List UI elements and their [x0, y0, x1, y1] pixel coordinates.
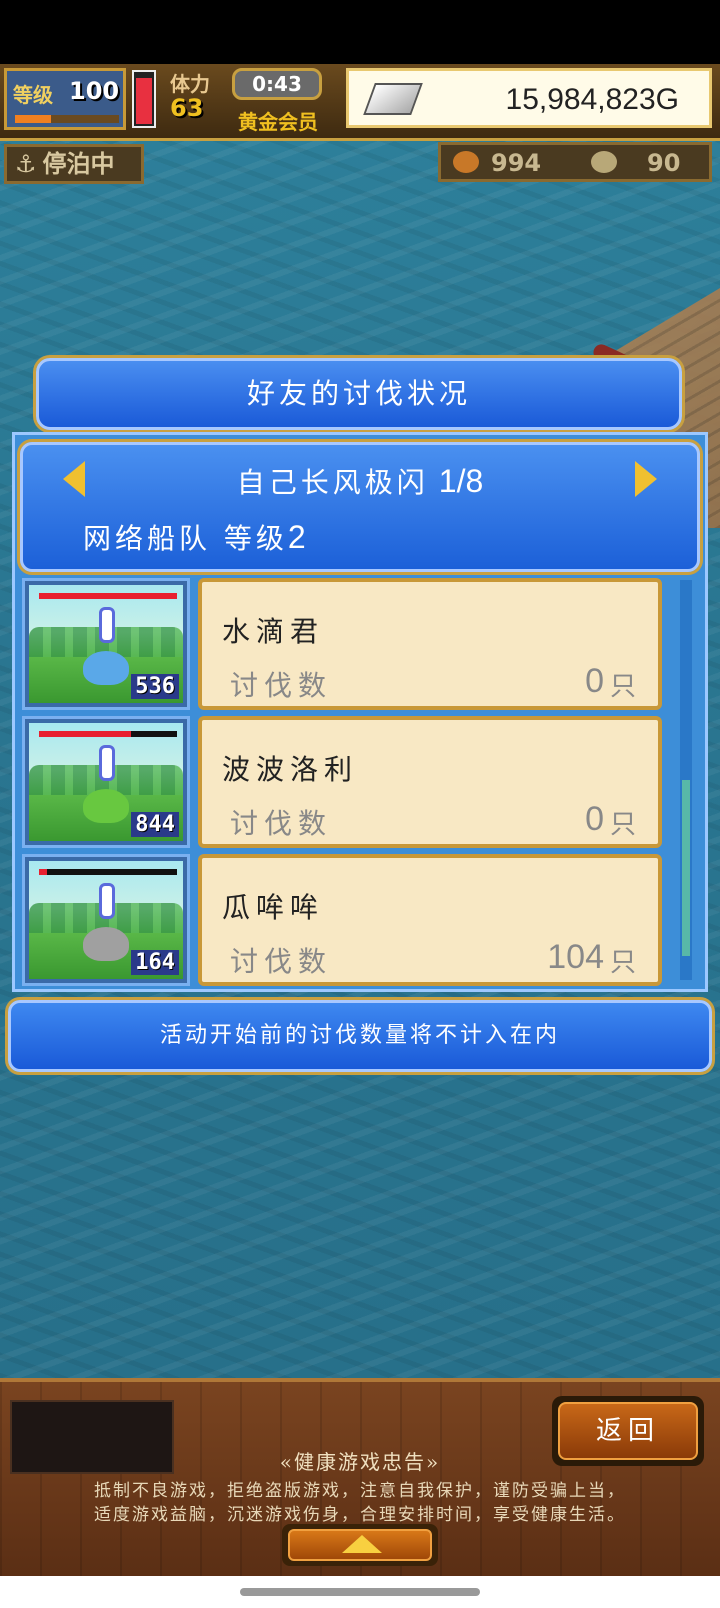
panel-title: 好友的讨伐状况	[246, 377, 471, 410]
scrollbar-thumb[interactable]	[682, 780, 690, 956]
slime-monster-icon	[83, 789, 129, 823]
exp-fill	[15, 115, 52, 123]
cannonball-icon	[453, 151, 479, 173]
level-box: 等级 100	[4, 68, 126, 130]
monster-row[interactable]: 536 水滴君 讨伐数 0 只	[22, 578, 668, 710]
kill-count-value: 0	[585, 800, 604, 838]
silver-ingot-icon	[363, 83, 423, 115]
anchor-status[interactable]: ⚓ 停泊中	[4, 144, 144, 184]
monster-hp-bar	[39, 869, 177, 875]
kill-count-value: 104	[547, 938, 604, 976]
kill-count-label: 讨伐数	[230, 807, 333, 840]
monster-count: 164	[131, 950, 179, 975]
friend-header: 自己长风极闪 1/8 网络船队 等级2	[20, 442, 700, 572]
kill-count-value: 0	[585, 662, 604, 700]
exclamation-icon	[99, 607, 115, 643]
monster-hp-bar	[39, 731, 177, 737]
kill-count-label: 讨伐数	[230, 945, 333, 978]
monster-hp-fill	[39, 731, 132, 737]
fleet-line: 网络船队 等级2	[83, 517, 306, 557]
stamina-label: 体力	[170, 72, 210, 96]
stamina-value: 63	[170, 94, 204, 122]
kill-count-unit: 只	[609, 810, 636, 840]
system-nav-bar	[0, 1576, 720, 1608]
resource-1-value: 994	[491, 149, 542, 177]
exclamation-icon	[99, 745, 115, 781]
monster-scene: 844	[29, 723, 183, 841]
monster-scene: 536	[29, 585, 183, 703]
friend-line: 自己长风极闪 1/8	[23, 461, 697, 501]
monster-scene: 164	[29, 861, 183, 979]
monster-thumbnail: 844	[22, 716, 190, 848]
kill-count-label: 讨伐数	[230, 669, 333, 702]
monster-name: 水滴君	[222, 615, 325, 648]
expand-menu-button[interactable]	[282, 1524, 438, 1566]
health-advice-line-2: 适度游戏益脑，沉迷游戏伤身，合理安排时间，享受健康生活。	[94, 1505, 626, 1525]
money-value: 15,984,823G	[505, 83, 679, 116]
timer: 0:43	[232, 68, 322, 100]
anchor-icon: ⚓	[15, 150, 37, 178]
monster-card: 水滴君 讨伐数 0 只	[198, 578, 662, 710]
level-label: 等级	[13, 83, 53, 107]
resource-2-value: 90	[647, 149, 681, 177]
next-friend-arrow-icon[interactable]	[635, 461, 657, 497]
home-indicator[interactable]	[240, 1588, 480, 1596]
membership-badge[interactable]: 黄金会员	[238, 106, 318, 135]
list-scrollbar[interactable]	[680, 580, 692, 980]
coin-icon	[591, 151, 617, 173]
bottom-bar: 返回 «健康游戏忠告» 抵制不良游戏，拒绝盗版游戏，注意自我保护，谨防受骗上当，…	[0, 1378, 720, 1580]
money-box: 15,984,823G	[346, 68, 712, 128]
level-value: 100	[69, 77, 120, 105]
top-hud: 等级 100 体力 63 0:43 黄金会员 15,984,823G	[0, 64, 720, 141]
monster-hp-fill	[39, 593, 177, 599]
page-indicator: 1/8	[438, 463, 484, 499]
hp-gauge-fill	[136, 78, 152, 124]
hp-gauge	[132, 70, 156, 128]
friend-name: 自己长风极闪	[236, 466, 429, 499]
monster-row[interactable]: 844 波波洛利 讨伐数 0 只	[22, 716, 668, 848]
monster-card: 瓜哞哞 讨伐数 104 只	[198, 854, 662, 986]
monster-thumbnail: 164	[22, 854, 190, 986]
health-advice-line-1: 抵制不良游戏，拒绝盗版游戏，注意自我保护，谨防受骗上当，	[94, 1481, 626, 1501]
fleet-label: 网络船队 等级	[83, 522, 288, 555]
water-drop-monster-icon	[83, 651, 129, 685]
monster-count: 536	[131, 674, 179, 699]
resource-box: 994 90	[438, 142, 712, 182]
monster-hp-bar	[39, 593, 177, 599]
kill-count-unit: 只	[609, 672, 636, 702]
monster-hp-fill	[39, 869, 48, 875]
cow-monster-icon	[83, 927, 129, 961]
monster-card: 波波洛利 讨伐数 0 只	[198, 716, 662, 848]
monster-name: 波波洛利	[222, 753, 359, 786]
expand-menu-button-face	[288, 1529, 432, 1561]
info-note-text: 活动开始前的讨伐数量将不计入在内	[159, 1023, 560, 1048]
fleet-level: 2	[287, 519, 306, 555]
title-banner: 好友的讨伐状况	[36, 358, 682, 430]
monster-name: 瓜哞哞	[222, 891, 325, 924]
monster-count: 844	[131, 812, 179, 837]
health-advice-title: «健康游戏忠告»	[279, 1450, 441, 1474]
anchor-status-label: 停泊中	[42, 150, 115, 178]
up-arrow-icon	[342, 1535, 382, 1553]
kill-count-unit: 只	[609, 948, 636, 978]
exp-bar	[15, 115, 119, 123]
info-note: 活动开始前的讨伐数量将不计入在内	[8, 1000, 712, 1072]
status-bar	[0, 0, 720, 64]
monster-thumbnail: 536	[22, 578, 190, 710]
monster-row[interactable]: 164 瓜哞哞 讨伐数 104 只	[22, 854, 668, 986]
exclamation-icon	[99, 883, 115, 919]
